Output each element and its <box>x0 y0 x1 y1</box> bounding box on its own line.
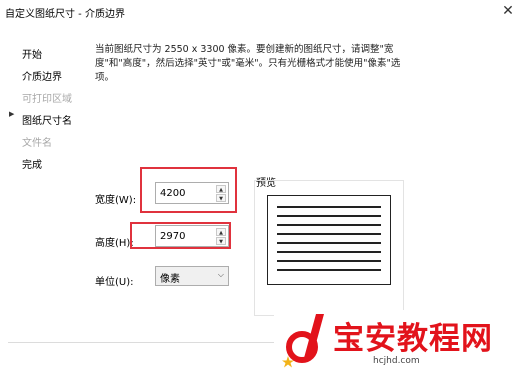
width-spinner[interactable]: ▲ ▼ <box>155 182 229 204</box>
current-step-arrow-icon: ▶ <box>9 110 15 118</box>
window-title: 自定义图纸尺寸 - 介质边界 <box>5 9 125 20</box>
watermark-logo-icon <box>282 314 324 368</box>
width-spin-up-icon[interactable]: ▲ <box>216 185 226 193</box>
height-spin-down-icon[interactable]: ▼ <box>216 237 226 245</box>
nav-item-finish[interactable]: 完成 <box>22 156 42 171</box>
nav-item-media-bounds[interactable]: 介质边界 <box>22 68 62 83</box>
nav-item-paper-size-name[interactable]: 图纸尺寸名 <box>22 112 72 127</box>
width-input[interactable] <box>158 185 212 201</box>
paper-preview-icon <box>267 195 391 285</box>
width-spin-down-icon[interactable]: ▼ <box>216 194 226 202</box>
width-label: 宽度(W): <box>95 195 137 206</box>
nav-item-start[interactable]: 开始 <box>22 46 42 61</box>
units-dropdown[interactable]: 像素 ⌵ <box>155 266 229 286</box>
nav-item-file-name: 文件名 <box>22 138 52 149</box>
title-bar: 自定义图纸尺寸 - 介质边界 ✕ <box>0 0 524 24</box>
units-selected-value: 像素 <box>160 274 180 285</box>
close-icon[interactable]: ✕ <box>500 3 516 19</box>
height-label: 高度(H): <box>95 238 134 249</box>
chevron-down-icon: ⌵ <box>217 270 224 279</box>
watermark-title: 宝安教程网 <box>333 321 493 357</box>
description-text: 当前图纸尺寸为 2550 x 3300 像素。要创建新的图纸尺寸，请调整"宽度"… <box>95 44 401 83</box>
units-label: 单位(U): <box>95 277 134 288</box>
watermark-subtitle: hcjhd.com <box>373 356 420 366</box>
height-spinner[interactable]: ▲ ▼ <box>155 225 229 247</box>
height-input[interactable] <box>158 228 212 244</box>
height-spin-up-icon[interactable]: ▲ <box>216 228 226 236</box>
nav-item-printable-area: 可打印区域 <box>22 94 72 105</box>
